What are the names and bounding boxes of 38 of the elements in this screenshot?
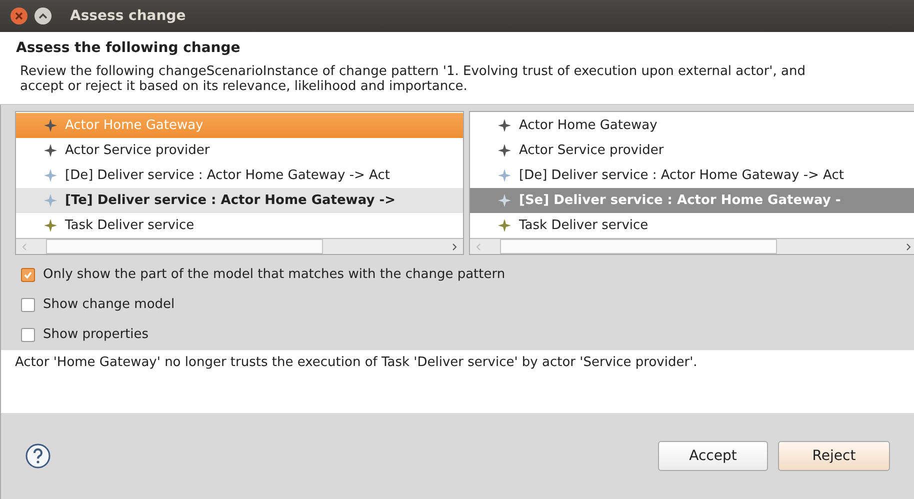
diamond-icon <box>498 144 511 157</box>
checkmark-icon <box>23 270 33 280</box>
close-icon[interactable] <box>10 7 28 25</box>
checkbox-label: Show change model <box>43 297 175 312</box>
diamond-icon <box>44 169 57 182</box>
horizontal-scrollbar[interactable] <box>470 238 914 254</box>
change-description: Actor 'Home Gateway' no longer trusts the execution of Task 'Deliver service' by actor 'Service provider'. <box>15 355 698 370</box>
horizontal-scrollbar[interactable] <box>16 238 463 254</box>
checkbox[interactable] <box>21 268 35 282</box>
checkbox[interactable] <box>21 298 35 312</box>
checkbox[interactable] <box>21 328 35 342</box>
maximize-icon[interactable] <box>34 7 52 25</box>
accept-button[interactable]: Accept <box>658 441 768 471</box>
checkbox-label: Show properties <box>43 327 149 342</box>
diamond-icon <box>44 219 57 232</box>
tree-item[interactable]: [Te] Deliver service : Actor Home Gateway -> <box>16 188 463 213</box>
tree-item[interactable]: Task Deliver service <box>470 213 914 238</box>
diamond-icon <box>498 169 511 182</box>
diamond-icon <box>498 119 511 132</box>
diamond-icon <box>44 144 57 157</box>
dialog-heading: Assess the following change <box>16 40 242 56</box>
tree-item[interactable]: Actor Home Gateway <box>470 113 914 138</box>
reject-button[interactable]: Reject <box>778 441 890 471</box>
tree-item[interactable]: [De] Deliver service : Actor Home Gateway -> Act <box>16 163 463 188</box>
window-title: Assess change <box>70 8 186 24</box>
diamond-icon <box>44 119 57 132</box>
scrollbar-thumb[interactable] <box>46 239 323 254</box>
diamond-icon <box>44 194 57 207</box>
dialog-description: Review the following changeScenarioInstance of change pattern '1. Evolving trust of execution upon external actor', and accept or reject it based on its relevance, likelihood and importance. <box>20 64 806 94</box>
help-icon[interactable] <box>25 443 51 469</box>
tree-item[interactable]: Actor Service provider <box>470 138 914 163</box>
tree-item[interactable]: [De] Deliver service : Actor Home Gateway -> Act <box>470 163 914 188</box>
diamond-icon <box>498 194 511 207</box>
diamond-icon <box>498 219 511 232</box>
tree-item[interactable]: Actor Service provider <box>16 138 463 163</box>
scrollbar-thumb[interactable] <box>500 239 777 254</box>
checkbox-label: Only show the part of the model that matches with the change pattern <box>43 267 506 282</box>
tree-item[interactable]: Task Deliver service <box>16 213 463 238</box>
